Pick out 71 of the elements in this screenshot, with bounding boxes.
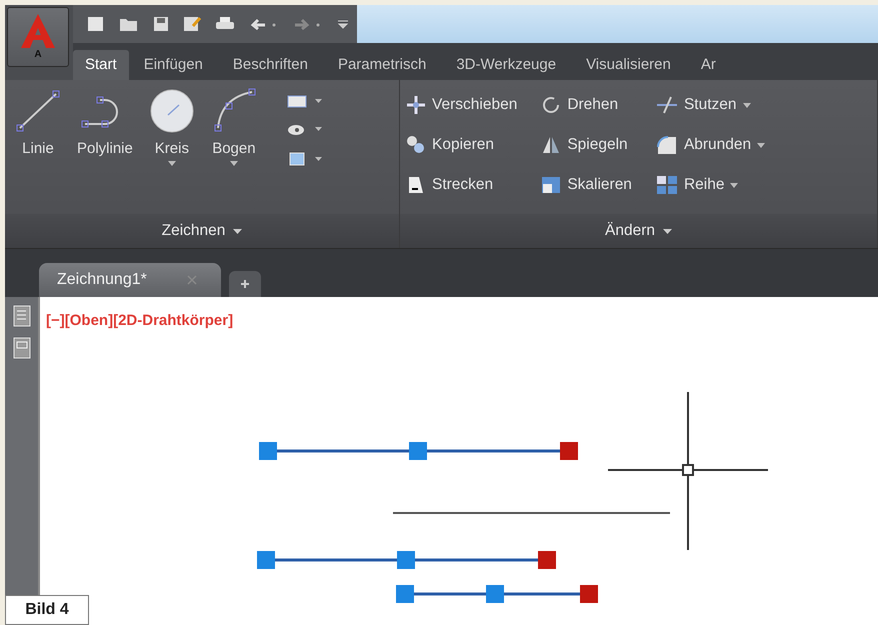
palette-icon[interactable] bbox=[12, 337, 30, 359]
grip-handle[interactable] bbox=[560, 442, 578, 460]
ribbon-tab[interactable]: Einfügen bbox=[128, 50, 218, 80]
circle-icon bbox=[148, 88, 195, 134]
caret-icon bbox=[742, 102, 750, 108]
tool-button[interactable]: Strecken bbox=[406, 171, 518, 199]
tool-button[interactable]: Skalieren bbox=[541, 171, 632, 199]
rectangle-icon bbox=[286, 94, 307, 108]
save-as-icon[interactable] bbox=[183, 16, 201, 32]
mirror-icon bbox=[541, 135, 562, 155]
grip-handle[interactable] bbox=[396, 585, 414, 603]
grip-handle[interactable] bbox=[397, 551, 415, 569]
ribbon-tab[interactable]: Beschriften bbox=[218, 50, 323, 80]
tool-button[interactable]: Drehen bbox=[541, 91, 632, 119]
new-file-icon[interactable] bbox=[87, 16, 105, 32]
hatch-tool-button[interactable] bbox=[286, 122, 322, 136]
line-icon bbox=[15, 88, 61, 134]
boundary-icon bbox=[286, 150, 307, 168]
figure-caption: Bild 4 bbox=[5, 595, 89, 625]
viewport-label[interactable]: [−][Oben][2D-Drahtkörper] bbox=[46, 312, 234, 329]
new-tab-button[interactable] bbox=[228, 271, 261, 297]
caret-icon bbox=[233, 228, 242, 234]
tool-button[interactable]: Kopieren bbox=[406, 131, 518, 159]
logo-icon bbox=[19, 14, 57, 48]
panel-title[interactable]: Zeichnen bbox=[5, 214, 399, 248]
caret-icon bbox=[730, 182, 738, 188]
trim-icon bbox=[656, 95, 678, 115]
properties-icon[interactable] bbox=[12, 305, 30, 327]
caret-icon bbox=[168, 161, 176, 166]
boundary-tool-button[interactable] bbox=[286, 150, 322, 168]
ribbon-tab[interactable]: Start bbox=[73, 50, 129, 80]
tool-button[interactable]: Kreis bbox=[144, 88, 199, 188]
hatch-icon bbox=[286, 122, 307, 136]
array-grid-icon bbox=[656, 175, 678, 195]
ribbon-tab[interactable]: Ar bbox=[686, 50, 731, 80]
caret-icon bbox=[230, 161, 238, 166]
tool-button[interactable]: Verschieben bbox=[406, 91, 518, 119]
tool-button[interactable]: Stutzen bbox=[656, 91, 766, 119]
tool-button[interactable]: Polylinie bbox=[73, 88, 137, 188]
copy-circles-icon bbox=[406, 135, 426, 155]
ribbon-tab[interactable]: Parametrisch bbox=[322, 50, 442, 80]
grip-handle[interactable] bbox=[257, 551, 275, 569]
rectangle-tool-button[interactable] bbox=[286, 94, 322, 108]
tool-button[interactable]: Spiegeln bbox=[541, 131, 632, 159]
grip-handle[interactable] bbox=[580, 585, 598, 603]
rotate-icon bbox=[541, 95, 562, 115]
fillet-icon bbox=[656, 135, 678, 155]
stretch-icon bbox=[406, 175, 426, 195]
caret-icon bbox=[314, 99, 322, 103]
document-tab[interactable]: Zeichnung1* bbox=[39, 263, 221, 297]
caret-icon bbox=[757, 142, 766, 148]
grip-handle[interactable] bbox=[259, 442, 277, 460]
open-folder-icon[interactable] bbox=[119, 16, 139, 32]
caret-icon bbox=[662, 228, 672, 234]
tool-button[interactable]: Linie bbox=[11, 88, 65, 188]
grip-handle[interactable] bbox=[538, 551, 556, 569]
caret-icon bbox=[314, 157, 322, 161]
plus-icon bbox=[240, 280, 249, 288]
grip-handle[interactable] bbox=[486, 585, 504, 603]
tool-button[interactable]: Abrunden bbox=[656, 131, 766, 159]
panel-title[interactable]: Ändern bbox=[400, 214, 877, 248]
tool-button[interactable]: Bogen bbox=[206, 88, 261, 188]
grip-handle[interactable] bbox=[409, 442, 427, 460]
caret-icon bbox=[314, 127, 322, 131]
scale-icon bbox=[541, 175, 562, 195]
tool-button[interactable]: Reihe bbox=[656, 171, 766, 199]
move-arrows-icon bbox=[406, 95, 426, 115]
ribbon-tab[interactable]: 3D-Werkzeuge bbox=[441, 50, 572, 80]
save-icon[interactable] bbox=[153, 16, 169, 32]
ribbon-tab[interactable]: Visualisieren bbox=[571, 50, 686, 80]
print-icon[interactable] bbox=[215, 16, 235, 32]
